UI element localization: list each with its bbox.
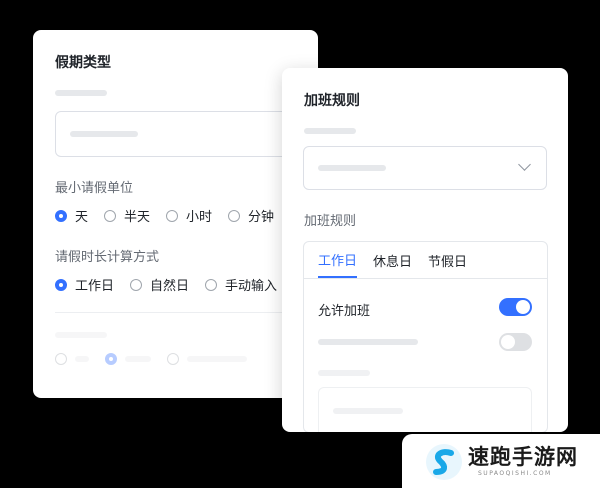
tab-rest-day[interactable]: 休息日 bbox=[373, 242, 412, 278]
overtime-rule-select[interactable] bbox=[303, 146, 547, 190]
radio-label: 手动输入 bbox=[225, 279, 278, 294]
allow-overtime-toggle[interactable] bbox=[499, 298, 532, 316]
radio-circle-checked bbox=[55, 209, 67, 222]
logo-name: 速跑手游网 bbox=[468, 445, 578, 469]
divider bbox=[55, 312, 318, 313]
placeholder-box bbox=[318, 387, 532, 432]
overtime-rules-card: 加班规则 加班规则 工作日 休息日 节假日 允许加班 bbox=[282, 68, 568, 432]
toggle-knob bbox=[516, 300, 530, 314]
select-placeholder bbox=[318, 165, 386, 171]
radio-half-day[interactable]: 半天 bbox=[104, 206, 150, 225]
placeholder-line bbox=[55, 332, 107, 338]
logo-s-icon bbox=[426, 444, 462, 480]
placeholder-toggle[interactable] bbox=[499, 333, 532, 351]
radio-label: 半天 bbox=[124, 210, 151, 225]
radio-circle bbox=[130, 278, 143, 291]
placeholder-radio bbox=[105, 353, 151, 365]
radio-hour[interactable]: 小时 bbox=[166, 206, 212, 225]
radio-day[interactable]: 天 bbox=[55, 206, 88, 225]
toggle-knob bbox=[501, 335, 515, 349]
placeholder-line bbox=[187, 356, 247, 362]
placeholder-radio bbox=[167, 353, 247, 365]
radio-label: 小时 bbox=[186, 210, 213, 225]
placeholder-line bbox=[333, 408, 403, 414]
radio-workday[interactable]: 工作日 bbox=[55, 275, 114, 294]
radio-label: 天 bbox=[75, 210, 89, 225]
tab-bar: 工作日 休息日 节假日 bbox=[304, 242, 547, 279]
duration-label: 请假时长计算方式 bbox=[55, 250, 160, 265]
leave-type-card: 假期类型 最小请假单位 天 半天 小时 分钟 请假时长计算方式 工作日 自然日 … bbox=[33, 30, 318, 398]
leave-type-select[interactable] bbox=[55, 111, 317, 157]
radio-label: 自然日 bbox=[150, 279, 190, 294]
placeholder-line bbox=[75, 356, 89, 362]
placeholder-radio bbox=[55, 353, 89, 365]
radio-circle bbox=[104, 209, 117, 222]
tab-holiday[interactable]: 节假日 bbox=[428, 242, 467, 278]
overtime-rules-title: 加班规则 bbox=[304, 93, 360, 109]
tab-workday[interactable]: 工作日 bbox=[318, 242, 358, 278]
radio-circle bbox=[167, 353, 179, 365]
radio-manual-input[interactable]: 手动输入 bbox=[205, 275, 277, 294]
min-unit-radio-group: 天 半天 小时 分钟 bbox=[55, 206, 290, 225]
radio-circle bbox=[228, 209, 241, 222]
overtime-rules-label: 加班规则 bbox=[304, 214, 357, 229]
radio-label: 工作日 bbox=[75, 279, 115, 294]
radio-circle bbox=[166, 209, 179, 222]
radio-circle bbox=[55, 353, 67, 365]
placeholder-line bbox=[125, 356, 151, 362]
leave-type-title: 假期类型 bbox=[55, 55, 111, 71]
chevron-down-icon bbox=[518, 158, 531, 171]
placeholder-line bbox=[318, 339, 418, 345]
allow-overtime-label: 允许加班 bbox=[318, 304, 371, 319]
duration-radio-group: 工作日 自然日 手动输入 bbox=[55, 275, 293, 294]
radio-minute[interactable]: 分钟 bbox=[228, 206, 274, 225]
radio-label: 分钟 bbox=[248, 210, 275, 225]
radio-circle-checked bbox=[105, 353, 117, 365]
radio-circle-checked bbox=[55, 278, 67, 291]
overtime-tabs-panel: 工作日 休息日 节假日 允许加班 bbox=[303, 241, 548, 432]
logo-url: SUPAOQISHI.COM bbox=[478, 470, 552, 477]
placeholder-radio-group bbox=[55, 353, 263, 365]
placeholder-line bbox=[304, 128, 356, 134]
min-unit-label: 最小请假单位 bbox=[55, 181, 134, 196]
placeholder-line bbox=[55, 90, 107, 96]
select-placeholder bbox=[70, 131, 138, 137]
placeholder-line bbox=[318, 370, 370, 376]
site-logo: 速跑手游网 SUPAOQISHI.COM bbox=[402, 434, 600, 488]
radio-circle bbox=[205, 278, 218, 291]
radio-natural-day[interactable]: 自然日 bbox=[130, 275, 189, 294]
